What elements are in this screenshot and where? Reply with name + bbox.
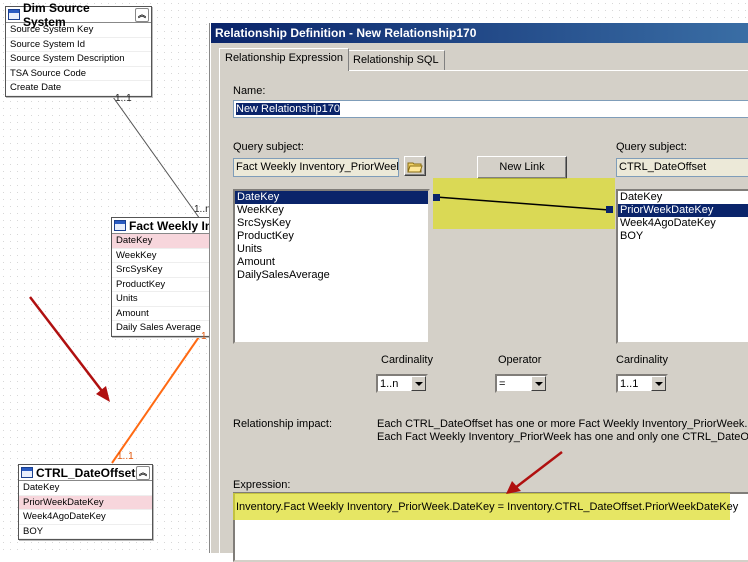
tab-relationship-expression[interactable]: Relationship Expression: [219, 48, 350, 71]
red-arrow-expression-head: [506, 481, 521, 494]
expression-value: Inventory.Fact Weekly Inventory_PriorWee…: [236, 501, 739, 513]
red-arrow-expression-shaft: [514, 451, 563, 489]
red-arrow-expression: [506, 451, 563, 494]
